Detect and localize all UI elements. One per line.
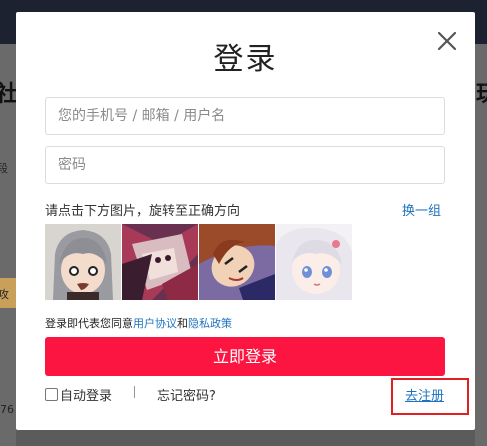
checkbox-icon[interactable] <box>45 388 58 401</box>
captcha-image-3[interactable] <box>199 224 275 300</box>
auto-login-label: 自动登录 <box>60 389 113 404</box>
background-text-fragment: 玩 <box>476 84 487 106</box>
close-icon <box>437 31 457 51</box>
login-modal: 登录 请点击下方图片，旋转至正确方向 换一组 <box>16 12 475 430</box>
password-field-wrapper <box>45 146 445 184</box>
username-input[interactable] <box>46 98 444 134</box>
modal-title: 登录 <box>213 42 278 77</box>
agreement-prefix: 登录即代表您同意 <box>45 317 133 330</box>
background-text-fragment: 攻 <box>0 288 9 301</box>
login-button[interactable]: 立即登录 <box>45 337 445 376</box>
forgot-password-link[interactable]: 忘记密码? <box>157 385 216 404</box>
background-text-fragment: 76 <box>0 403 14 416</box>
user-agreement-link[interactable]: 用户协议 <box>133 317 177 330</box>
captcha-image-1[interactable] <box>45 224 121 300</box>
captcha-image-2[interactable] <box>122 224 198 300</box>
username-field-wrapper <box>45 97 445 135</box>
agreement-text: 登录即代表您同意用户协议和隐私政策 <box>45 315 232 331</box>
register-highlight-box <box>391 378 469 415</box>
captcha-hint: 请点击下方图片，旋转至正确方向 <box>45 204 241 219</box>
auto-login-option[interactable]: 自动登录 <box>45 385 112 404</box>
switch-captcha-link[interactable]: 换一组 <box>402 200 441 219</box>
captcha-images <box>45 224 353 300</box>
privacy-policy-link[interactable]: 隐私政策 <box>188 317 232 330</box>
password-input[interactable] <box>46 147 444 183</box>
divider <box>134 386 135 398</box>
background-text-fragment: 段 <box>0 162 8 175</box>
captcha-image-4[interactable] <box>276 224 352 300</box>
close-button[interactable] <box>434 28 460 54</box>
agreement-and: 和 <box>177 317 188 330</box>
